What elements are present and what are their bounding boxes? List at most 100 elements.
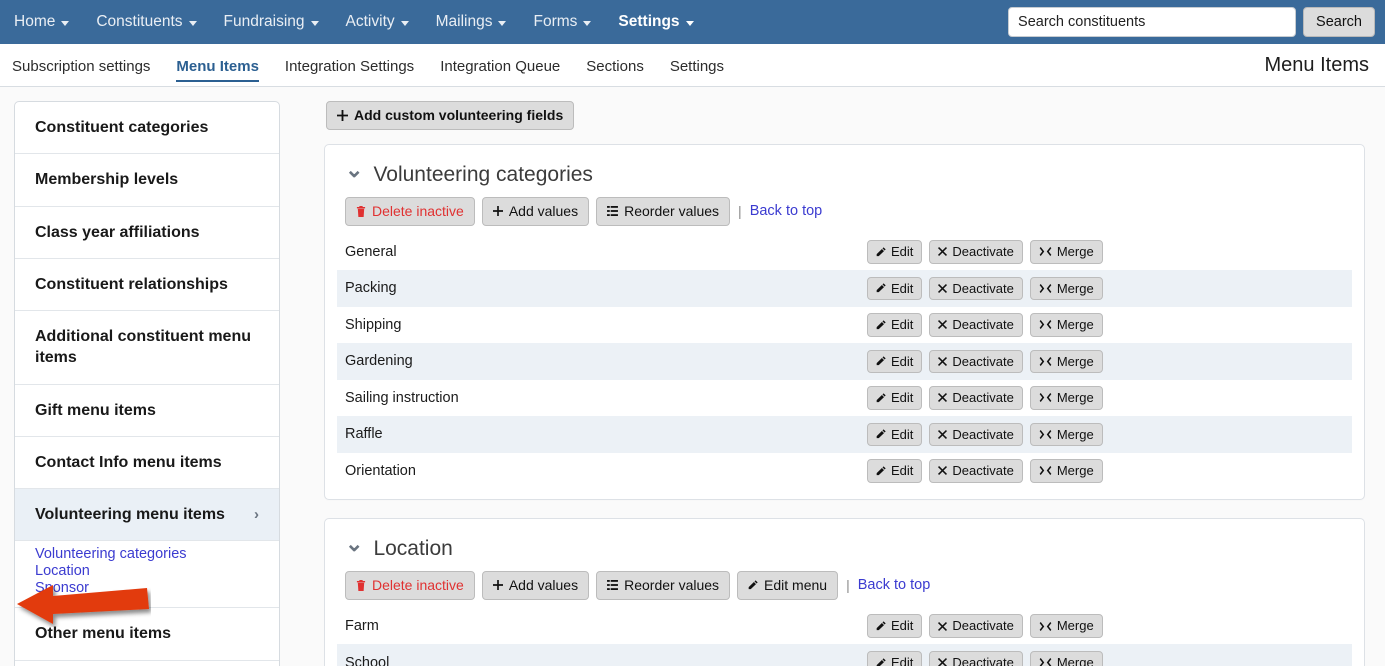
merge-button[interactable]: Merge <box>1029 349 1103 374</box>
x-icon <box>938 658 948 666</box>
merge-button-label: Merge <box>1056 390 1094 406</box>
chevron-down-icon[interactable]: ⌄ <box>345 158 363 181</box>
sidebar-sublink-volunteering-categories[interactable]: Volunteering categories <box>35 546 187 563</box>
edit-button[interactable]: Edit <box>867 349 923 374</box>
deactivate-button-label: Deactivate <box>952 463 1014 479</box>
deactivate-button[interactable]: Deactivate <box>929 459 1023 483</box>
row-actions: Edit Deactivate Merge <box>867 459 1103 483</box>
x-icon <box>938 247 948 257</box>
panel-title: Volunteering categories <box>373 162 593 186</box>
deactivate-button[interactable]: Deactivate <box>929 422 1023 447</box>
edit-menu-button[interactable]: Edit menu <box>737 571 839 600</box>
edit-button[interactable]: Edit <box>867 614 923 638</box>
deactivate-button[interactable]: Deactivate <box>929 386 1023 410</box>
edit-button[interactable]: Edit <box>867 422 923 447</box>
edit-button[interactable]: Edit <box>867 276 923 301</box>
sidebar-item-custom-attributes[interactable]: Custom attributes <box>15 661 279 666</box>
sidebar-item-constituent-categories[interactable]: Constituent categories <box>15 102 279 155</box>
sidebar-item-membership-levels[interactable]: Membership levels <box>15 154 279 207</box>
reorder-values-button[interactable]: Reorder values <box>596 196 731 226</box>
nav-item-home[interactable]: Home <box>14 13 86 31</box>
add-values-button[interactable]: Add values <box>481 196 590 226</box>
sidebar-item-additional-constituent-menu-items[interactable]: Additional constituent menu items <box>15 311 279 385</box>
tab-menu-items[interactable]: Menu Items <box>176 58 276 86</box>
deactivate-button[interactable]: Deactivate <box>929 650 1023 666</box>
sidebar-item-volunteering-menu-items[interactable]: Volunteering menu items › <box>15 489 279 542</box>
deactivate-button[interactable]: Deactivate <box>929 349 1023 374</box>
edit-button[interactable]: Edit <box>867 650 923 666</box>
pencil-icon <box>876 247 886 257</box>
sidebar-item-class-year-affiliations[interactable]: Class year affiliations <box>15 207 279 259</box>
nav-item-constituents[interactable]: Constituents <box>96 13 213 31</box>
sidebar-item-contact-info-menu-items[interactable]: Contact Info menu items <box>15 437 279 490</box>
back-to-top-link[interactable]: Back to top <box>750 203 823 219</box>
sidebar-item-constituent-relationships[interactable]: Constituent relationships <box>15 259 279 312</box>
sidebar-item-gift-menu-items[interactable]: Gift menu items <box>15 385 279 437</box>
sidebar-item-label: Constituent categories <box>35 119 209 136</box>
merge-button[interactable]: Merge <box>1029 614 1103 638</box>
merge-icon <box>1039 356 1052 366</box>
edit-button[interactable]: Edit <box>867 386 923 410</box>
sidebar-sublink-location[interactable]: Location <box>35 563 90 580</box>
deactivate-button[interactable]: Deactivate <box>929 313 1023 337</box>
sidebar-sublist: Volunteering categories Location Sponsor <box>15 541 279 609</box>
panel-volunteering-categories: ⌄ Volunteering categories Delete inactive A… <box>324 143 1365 501</box>
tab-sections[interactable]: Sections <box>586 58 661 86</box>
delete-inactive-button[interactable]: Delete inactive <box>345 196 475 226</box>
merge-button-label: Merge <box>1056 426 1094 442</box>
merge-button-label: Merge <box>1056 618 1094 634</box>
panel-location: ⌄ Location Delete inactive Add values Reorde… <box>324 518 1365 666</box>
merge-button[interactable]: Merge <box>1029 276 1103 301</box>
chevron-down-icon[interactable]: ⌄ <box>345 533 363 555</box>
merge-button[interactable]: Merge <box>1029 386 1103 410</box>
reorder-values-button[interactable]: Reorder values <box>596 571 731 600</box>
deactivate-button-label: Deactivate <box>952 390 1014 406</box>
table-row: Packing Edit Deactivate Merge <box>337 270 1352 307</box>
tab-integration-settings[interactable]: Integration Settings <box>285 58 431 86</box>
edit-button-label: Edit <box>891 426 914 442</box>
merge-button[interactable]: Merge <box>1029 650 1103 666</box>
add-values-button[interactable]: Add values <box>481 571 590 600</box>
plus-icon <box>492 580 503 591</box>
nav-item-settings[interactable]: Settings <box>618 13 710 31</box>
edit-button[interactable]: Edit <box>867 459 923 483</box>
search-button[interactable]: Search <box>1303 7 1375 37</box>
merge-button[interactable]: Merge <box>1029 240 1103 264</box>
tab-subscription-settings[interactable]: Subscription settings <box>12 58 167 86</box>
tab-settings[interactable]: Settings <box>670 58 741 86</box>
chevron-right-icon[interactable]: › <box>254 507 259 522</box>
deactivate-button[interactable]: Deactivate <box>929 240 1023 264</box>
deactivate-button-label: Deactivate <box>952 317 1014 333</box>
deactivate-button[interactable]: Deactivate <box>929 614 1023 638</box>
search-input[interactable] <box>1008 7 1297 37</box>
merge-button[interactable]: Merge <box>1029 459 1103 483</box>
page-body: Constituent categories Membership levels C… <box>0 87 1385 666</box>
merge-button[interactable]: Merge <box>1029 422 1103 447</box>
merge-icon <box>1039 283 1052 293</box>
row-actions: Edit Deactivate Merge <box>867 240 1103 264</box>
nav-item-fundraising[interactable]: Fundraising <box>224 13 336 31</box>
nav-item-mailings[interactable]: Mailings <box>436 13 524 31</box>
menu-item-panels: ⌄ Volunteering categories Delete inactive A… <box>324 143 1365 666</box>
merge-button[interactable]: Merge <box>1029 313 1103 337</box>
merge-button-label: Merge <box>1056 280 1094 296</box>
sidebar-item-other-menu-items[interactable]: Other menu items <box>15 608 279 661</box>
edit-button[interactable]: Edit <box>867 313 923 337</box>
tab-integration-queue[interactable]: Integration Queue <box>440 58 577 86</box>
back-to-top-link[interactable]: Back to top <box>858 577 931 593</box>
pencil-icon <box>876 283 886 293</box>
list-icon <box>607 206 619 217</box>
main-content: Add custom volunteering fields ⌄ Voluntee… <box>324 101 1373 666</box>
add-custom-volunteering-fields-button[interactable]: Add custom volunteering fields <box>326 101 575 130</box>
row-label: Shipping <box>345 316 402 333</box>
row-label: Sailing instruction <box>345 389 459 406</box>
delete-inactive-button[interactable]: Delete inactive <box>345 571 475 600</box>
nav-item-forms[interactable]: Forms <box>533 13 608 31</box>
plus-icon <box>337 109 348 121</box>
nav-item-activity[interactable]: Activity <box>346 13 426 31</box>
deactivate-button[interactable]: Deactivate <box>929 276 1023 301</box>
nav-item-label: Constituents <box>96 13 183 30</box>
reorder-values-button-label: Reorder values <box>624 577 720 594</box>
edit-button[interactable]: Edit <box>867 240 923 264</box>
sidebar-sublink-sponsor[interactable]: Sponsor <box>35 580 89 597</box>
